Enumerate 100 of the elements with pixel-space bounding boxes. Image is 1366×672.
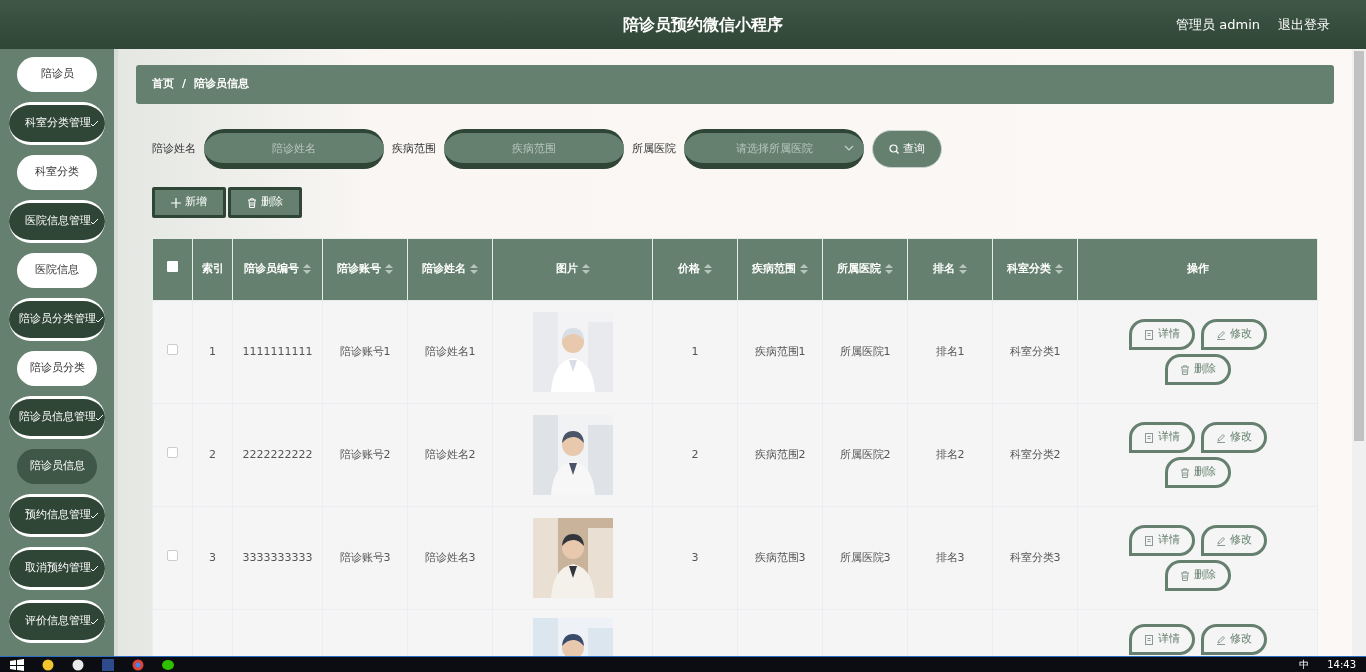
column-header: 索引: [192, 238, 233, 301]
sort-icon: [1055, 264, 1063, 275]
table-cell: 排名3: [907, 506, 993, 610]
table-cell: 3: [192, 506, 233, 610]
app-icon: [42, 658, 54, 671]
document-icon: [1143, 329, 1154, 340]
column-header[interactable]: 所属医院: [822, 238, 908, 301]
detail-button[interactable]: 详情: [1128, 525, 1195, 556]
sort-icon: [704, 264, 712, 275]
sidebar-item[interactable]: 陪诊员分类: [17, 351, 97, 386]
pencil-icon: [1215, 432, 1226, 443]
filter-label: 所属医院: [632, 140, 676, 157]
column-header[interactable]: 图片: [492, 238, 653, 301]
table-cell: 陪诊姓名3: [407, 506, 493, 610]
sidebar-group[interactable]: 取消预约管理: [9, 547, 105, 590]
table-cell: 所属医院2: [822, 403, 908, 507]
column-header[interactable]: 科室分类: [992, 238, 1078, 301]
row-checkbox[interactable]: [167, 446, 178, 458]
breadcrumb-link[interactable]: 陪诊员信息: [194, 76, 250, 93]
sidebar-item[interactable]: 陪诊员信息: [17, 449, 97, 484]
sidebar-group[interactable]: 医院信息管理: [9, 200, 105, 243]
sort-icon: [800, 264, 808, 275]
document-icon: [1143, 432, 1154, 443]
input-field[interactable]: 陪诊姓名: [204, 129, 384, 169]
column-header[interactable]: 陪诊账号: [322, 238, 408, 301]
column-header[interactable]: 价格: [652, 238, 738, 301]
chat-icon: [162, 658, 174, 671]
edit-button[interactable]: 修改: [1200, 525, 1267, 556]
table-cell: 2: [192, 403, 233, 507]
row-checkbox[interactable]: [167, 549, 178, 561]
column-header[interactable]: 排名: [907, 238, 993, 301]
table-cell: 1: [652, 300, 738, 404]
sidebar-group[interactable]: 陪诊员信息管理: [9, 396, 105, 439]
sort-icon: [303, 264, 311, 275]
pencil-icon: [1215, 634, 1226, 645]
sidebar-item[interactable]: 陪诊员: [17, 57, 97, 92]
search-button[interactable]: 查询: [872, 130, 942, 168]
table-cell: 科室分类3: [992, 506, 1078, 610]
select-field[interactable]: 请选择所属医院: [684, 129, 864, 169]
select-all-checkbox[interactable]: [167, 261, 178, 273]
check-icon: [96, 414, 103, 421]
check-icon: [96, 316, 103, 323]
chevron-down-icon: [844, 145, 854, 152]
ime-indicator[interactable]: 中: [1299, 657, 1310, 672]
trash-icon: [1179, 364, 1190, 375]
sidebar-group[interactable]: 科室分类管理: [9, 102, 105, 145]
detail-button[interactable]: 详情: [1128, 319, 1195, 350]
admin-label: 管理员 admin: [1176, 15, 1260, 34]
input-field[interactable]: 疾病范围: [444, 129, 624, 169]
check-icon: [90, 565, 98, 572]
delete-button[interactable]: 删除: [1164, 560, 1231, 591]
edit-button[interactable]: 修改: [1200, 422, 1267, 453]
column-header[interactable]: 陪诊员编号: [232, 238, 323, 301]
scrollbar-thumb[interactable]: [1354, 51, 1364, 441]
clock-time[interactable]: 14:43: [1327, 657, 1356, 672]
delete-button[interactable]: 删除: [228, 187, 302, 218]
edit-button[interactable]: 修改: [1200, 624, 1267, 655]
sidebar-item[interactable]: 科室分类: [17, 155, 97, 190]
browser-icon: [132, 658, 144, 671]
app-icon: [72, 658, 84, 671]
document-icon: [1143, 634, 1154, 645]
table-cell: 科室分类2: [992, 403, 1078, 507]
document-icon: [1143, 535, 1154, 546]
check-icon: [90, 120, 98, 127]
detail-button[interactable]: 详情: [1128, 624, 1195, 655]
sidebar-group[interactable]: 预约信息管理: [9, 494, 105, 537]
sidebar-group[interactable]: 评价信息管理: [9, 600, 105, 643]
table-cell: 2222222222: [232, 403, 323, 507]
sidebar-item[interactable]: 医院信息: [17, 253, 97, 288]
table-cell: 疾病范围2: [737, 403, 823, 507]
windows-start-icon: [10, 658, 24, 671]
sort-icon: [385, 264, 393, 275]
add-button[interactable]: 新增: [152, 187, 226, 218]
table-cell: 疾病范围3: [737, 506, 823, 610]
column-header[interactable]: 疾病范围: [737, 238, 823, 301]
breadcrumb-link[interactable]: 首页: [152, 76, 174, 93]
column-header[interactable]: 陪诊姓名: [407, 238, 493, 301]
sort-icon: [959, 264, 967, 275]
table-cell: 所属医院1: [822, 300, 908, 404]
table-cell: 科室分类1: [992, 300, 1078, 404]
table-cell: 疾病范围1: [737, 300, 823, 404]
logout-link[interactable]: 退出登录: [1278, 14, 1330, 35]
check-icon: [90, 512, 98, 519]
delete-button[interactable]: 删除: [1164, 457, 1231, 488]
table-cell: 陪诊账号1: [322, 300, 408, 404]
edit-button[interactable]: 修改: [1200, 319, 1267, 350]
sidebar-group[interactable]: 陪诊员分类管理: [9, 298, 105, 341]
detail-button[interactable]: 详情: [1128, 422, 1195, 453]
sort-icon: [581, 264, 590, 275]
table-cell: 所属医院3: [822, 506, 908, 610]
delete-button[interactable]: 删除: [1164, 354, 1231, 385]
scrollbar[interactable]: [1352, 49, 1366, 656]
table-cell: 陪诊账号3: [322, 506, 408, 610]
table-cell: 1111111111: [232, 300, 323, 404]
pencil-icon: [1215, 329, 1226, 340]
row-checkbox[interactable]: [167, 343, 178, 355]
sort-icon: [470, 264, 478, 275]
column-header: 操作: [1077, 238, 1318, 301]
pencil-icon: [1215, 535, 1226, 546]
table-cell: 陪诊账号2: [322, 403, 408, 507]
